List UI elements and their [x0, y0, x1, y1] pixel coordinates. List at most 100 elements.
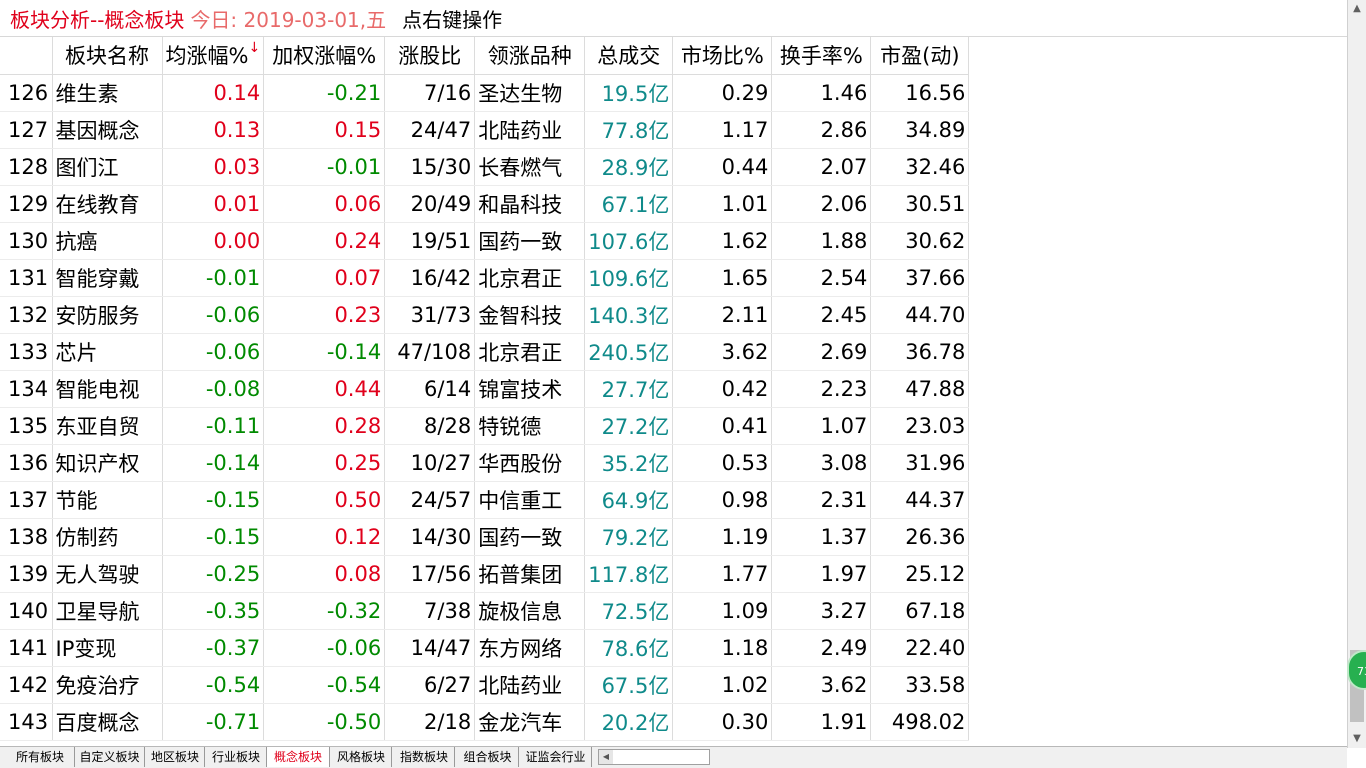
tab-8[interactable]: 证监会行业 [520, 747, 592, 767]
table-row[interactable]: 127 基因概念 0.13 0.15 24/47 北陆药业 77.8亿 1.17 2.86 34.… [0, 111, 970, 149]
table-row[interactable]: 138 仿制药 -0.15 0.12 14/30 国药一致 79.2亿 1.19 1.37 26.… [0, 518, 970, 556]
row-pe: 22.40 [870, 629, 970, 667]
row-avg-change: -0.14 [162, 444, 265, 482]
row-weighted-change: -0.01 [263, 148, 386, 186]
header-total-volume[interactable]: 总成交 [584, 37, 674, 75]
table-row[interactable]: 134 智能电视 -0.08 0.44 6/14 锦富技术 27.7亿 0.42 2.23 47.… [0, 370, 970, 408]
sector-table: 板块名称 均涨幅%↓ 加权涨幅% 涨股比 领涨品种 总成交 市场比% 换手率% … [0, 37, 970, 741]
row-leading-stock: 长春燃气 [474, 148, 586, 186]
table-row[interactable]: 129 在线教育 0.01 0.06 20/49 和晶科技 67.1亿 1.01 2.06 30.… [0, 185, 970, 223]
tab-2[interactable]: 地区板块 [146, 747, 205, 767]
row-rank: 136 [0, 444, 53, 482]
table-row[interactable]: 130 抗癌 0.00 0.24 19/51 国药一致 107.6亿 1.62 1.88 30.6… [0, 222, 970, 260]
table-row[interactable]: 141 IP变现 -0.37 -0.06 14/47 东方网络 78.6亿 1.18 2.49 2… [0, 629, 970, 667]
row-rise-ratio: 24/57 [384, 481, 476, 519]
row-weighted-change: 0.50 [263, 481, 386, 519]
row-rise-ratio: 8/28 [384, 407, 476, 445]
table-row[interactable]: 143 百度概念 -0.71 -0.50 2/18 金龙汽车 20.2亿 0.30 1.91 49… [0, 702, 970, 741]
row-sector-name: 免疫治疗 [52, 666, 163, 704]
row-sector-name: 仿制药 [52, 518, 163, 556]
row-turnover: 2.45 [771, 296, 872, 334]
header-rise-ratio[interactable]: 涨股比 [384, 37, 476, 75]
row-market-ratio: 0.44 [672, 148, 773, 186]
row-total-volume: 64.9亿 [584, 481, 674, 519]
row-turnover: 3.27 [771, 592, 872, 630]
row-rank: 135 [0, 407, 53, 445]
row-leading-stock: 中信重工 [474, 481, 586, 519]
row-total-volume: 140.3亿 [584, 296, 674, 334]
header-avg-change[interactable]: 均涨幅%↓ [162, 37, 265, 75]
tab-4[interactable]: 概念板块 [267, 747, 330, 767]
header-pe[interactable]: 市盈(动) [870, 37, 970, 75]
table-row[interactable]: 128 图们江 0.03 -0.01 15/30 长春燃气 28.9亿 0.44 2.07 32.… [0, 148, 970, 186]
horizontal-scrollbar[interactable]: ◀ [598, 749, 710, 765]
table-row[interactable]: 133 芯片 -0.06 -0.14 47/108 北京君正 240.5亿 3.62 2.69 3… [0, 333, 970, 371]
table-row[interactable]: 140 卫星导航 -0.35 -0.32 7/38 旋极信息 72.5亿 1.09 3.27 67… [0, 592, 970, 630]
tab-7[interactable]: 组合板块 [457, 747, 519, 767]
row-turnover: 1.37 [771, 518, 872, 556]
row-pe: 47.88 [870, 370, 970, 408]
row-avg-change: 0.01 [162, 185, 265, 223]
triangle-down-icon[interactable]: ▼ [1348, 730, 1366, 747]
row-turnover: 2.31 [771, 481, 872, 519]
tab-5[interactable]: 风格板块 [331, 747, 392, 767]
vertical-scrollbar[interactable]: ▲ ▼ [1347, 0, 1366, 748]
table-row[interactable]: 139 无人驾驶 -0.25 0.08 17/56 拓普集团 117.8亿 1.77 1.97 2… [0, 555, 970, 593]
sort-desc-icon: ↓ [248, 40, 261, 57]
row-weighted-change: 0.28 [263, 407, 386, 445]
row-weighted-change: 0.25 [263, 444, 386, 482]
row-avg-change: -0.71 [162, 702, 265, 741]
table-row[interactable]: 136 知识产权 -0.14 0.25 10/27 华西股份 35.2亿 0.53 3.08 31… [0, 444, 970, 482]
row-sector-name: 卫星导航 [52, 592, 163, 630]
row-turnover: 2.49 [771, 629, 872, 667]
row-rank: 129 [0, 185, 53, 223]
table-row[interactable]: 131 智能穿戴 -0.01 0.07 16/42 北京君正 109.6亿 1.65 2.54 3… [0, 259, 970, 297]
tab-1[interactable]: 自定义板块 [75, 747, 145, 767]
row-weighted-change: 0.23 [263, 296, 386, 334]
triangle-left-icon[interactable]: ◀ [599, 750, 613, 764]
table-row[interactable]: 137 节能 -0.15 0.50 24/57 中信重工 64.9亿 0.98 2.31 44.3… [0, 481, 970, 519]
row-weighted-change: 0.44 [263, 370, 386, 408]
row-rise-ratio: 7/38 [384, 592, 476, 630]
table-row[interactable]: 126 维生素 0.14 -0.21 7/16 圣达生物 19.5亿 0.29 1.46 16.5… [0, 74, 970, 112]
row-pe: 26.36 [870, 518, 970, 556]
row-market-ratio: 1.19 [672, 518, 773, 556]
row-rise-ratio: 2/18 [384, 702, 476, 741]
row-rank: 133 [0, 333, 53, 371]
table-row[interactable]: 135 东亚自贸 -0.11 0.28 8/28 特锐德 27.2亿 0.41 1.07 23.0… [0, 407, 970, 445]
header-sector-name[interactable]: 板块名称 [52, 37, 163, 75]
tab-0[interactable]: 所有板块 [6, 747, 75, 767]
tab-3[interactable]: 行业板块 [206, 747, 267, 767]
row-avg-change: 0.00 [162, 222, 265, 260]
row-total-volume: 28.9亿 [584, 148, 674, 186]
triangle-up-icon[interactable]: ▲ [1348, 0, 1366, 17]
table-row[interactable]: 142 免疫治疗 -0.54 -0.54 6/27 北陆药业 67.5亿 1.02 3.62 33… [0, 666, 970, 704]
header-turnover[interactable]: 换手率% [771, 37, 872, 75]
header-weighted-change[interactable]: 加权涨幅% [263, 37, 386, 75]
row-market-ratio: 0.98 [672, 481, 773, 519]
row-avg-change: -0.15 [162, 518, 265, 556]
row-leading-stock: 锦富技术 [474, 370, 586, 408]
row-total-volume: 67.1亿 [584, 185, 674, 223]
row-total-volume: 109.6亿 [584, 259, 674, 297]
tab-6[interactable]: 指数板块 [394, 747, 455, 767]
row-market-ratio: 0.53 [672, 444, 773, 482]
row-pe: 36.78 [870, 333, 970, 371]
table-row[interactable]: 132 安防服务 -0.06 0.23 31/73 金智科技 140.3亿 2.11 2.45 4… [0, 296, 970, 334]
row-total-volume: 117.8亿 [584, 555, 674, 593]
table-header-row: 板块名称 均涨幅%↓ 加权涨幅% 涨股比 领涨品种 总成交 市场比% 换手率% … [0, 37, 970, 75]
row-pe: 67.18 [870, 592, 970, 630]
row-rise-ratio: 47/108 [384, 333, 476, 371]
row-pe: 34.89 [870, 111, 970, 149]
header-leading-stock[interactable]: 领涨品种 [474, 37, 586, 75]
page-title: 板块分析--概念板块 [10, 7, 185, 32]
row-rank: 131 [0, 259, 53, 297]
row-rank: 141 [0, 629, 53, 667]
header-rank[interactable] [0, 37, 53, 75]
row-weighted-change: -0.21 [263, 74, 386, 112]
row-weighted-change: -0.32 [263, 592, 386, 630]
row-leading-stock: 金龙汽车 [474, 702, 586, 741]
row-total-volume: 240.5亿 [584, 333, 674, 371]
row-rank: 132 [0, 296, 53, 334]
header-market-ratio[interactable]: 市场比% [672, 37, 773, 75]
